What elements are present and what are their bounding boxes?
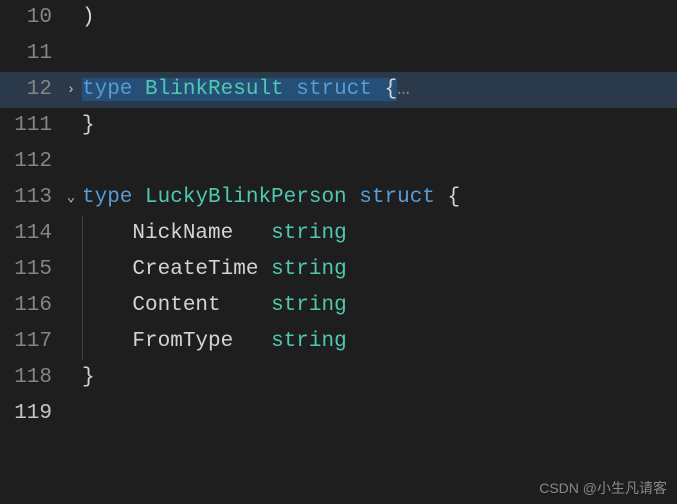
code-line[interactable]: 112 [0,144,677,180]
line-number: 119 [0,396,60,432]
fold-collapsed-icon[interactable]: › [60,72,82,108]
indent-guide [82,216,83,252]
open-brace: { [435,186,460,209]
indent-guide [82,324,83,360]
code-content[interactable]: type BlinkResult struct {… [82,72,677,108]
code-line[interactable]: 111 } [0,108,677,144]
fold-ellipsis-icon[interactable]: … [397,78,410,101]
line-number: 111 [0,108,60,144]
code-content[interactable]: } [82,108,677,144]
code-line-folded[interactable]: 12 › type BlinkResult struct {… [0,72,677,108]
line-number: 117 [0,324,60,360]
indent-guide [82,288,83,324]
keyword-type: type [82,78,132,101]
code-content[interactable]: type LuckyBlinkPerson struct { [82,180,677,216]
code-line[interactable]: 113 ⌄ type LuckyBlinkPerson struct { [0,180,677,216]
code-line[interactable]: 118 } [0,360,677,396]
fold-expanded-icon[interactable]: ⌄ [60,180,82,216]
keyword-struct: struct [359,186,435,209]
type-identifier: BlinkResult [145,78,284,101]
code-content[interactable]: CreateTime string [82,252,677,288]
code-content[interactable]: FromType string [82,324,677,360]
field-type: string [271,294,347,317]
code-content[interactable]: Content string [82,288,677,324]
line-number: 116 [0,288,60,324]
line-number: 10 [0,0,60,36]
field-name: CreateTime [132,258,258,281]
line-number: 115 [0,252,60,288]
code-line[interactable]: 114 NickName string [0,216,677,252]
line-number: 118 [0,360,60,396]
close-brace: } [82,366,95,389]
field-name: NickName [132,222,258,245]
line-number: 114 [0,216,60,252]
line-number: 113 [0,180,60,216]
open-brace: { [372,78,397,101]
code-line[interactable]: 116 Content string [0,288,677,324]
code-editor[interactable]: 10 ) 11 12 › type BlinkResult struct {… … [0,0,677,504]
code-content[interactable]: ) [82,0,677,36]
close-paren: ) [82,6,95,29]
code-content[interactable]: } [82,360,677,396]
keyword-struct: struct [296,78,372,101]
code-line-active[interactable]: 119 [0,396,677,432]
field-name: Content [132,294,258,317]
field-name: FromType [132,330,258,353]
line-number: 12 [0,72,60,108]
code-content[interactable]: NickName string [82,216,677,252]
code-line[interactable]: 10 ) [0,0,677,36]
code-line[interactable]: 117 FromType string [0,324,677,360]
code-line[interactable]: 11 [0,36,677,72]
keyword-type: type [82,186,132,209]
code-line[interactable]: 115 CreateTime string [0,252,677,288]
field-type: string [271,330,347,353]
line-number: 11 [0,36,60,72]
close-brace: } [82,114,95,137]
type-identifier: LuckyBlinkPerson [145,186,347,209]
line-number: 112 [0,144,60,180]
field-type: string [271,222,347,245]
field-type: string [271,258,347,281]
indent-guide [82,252,83,288]
